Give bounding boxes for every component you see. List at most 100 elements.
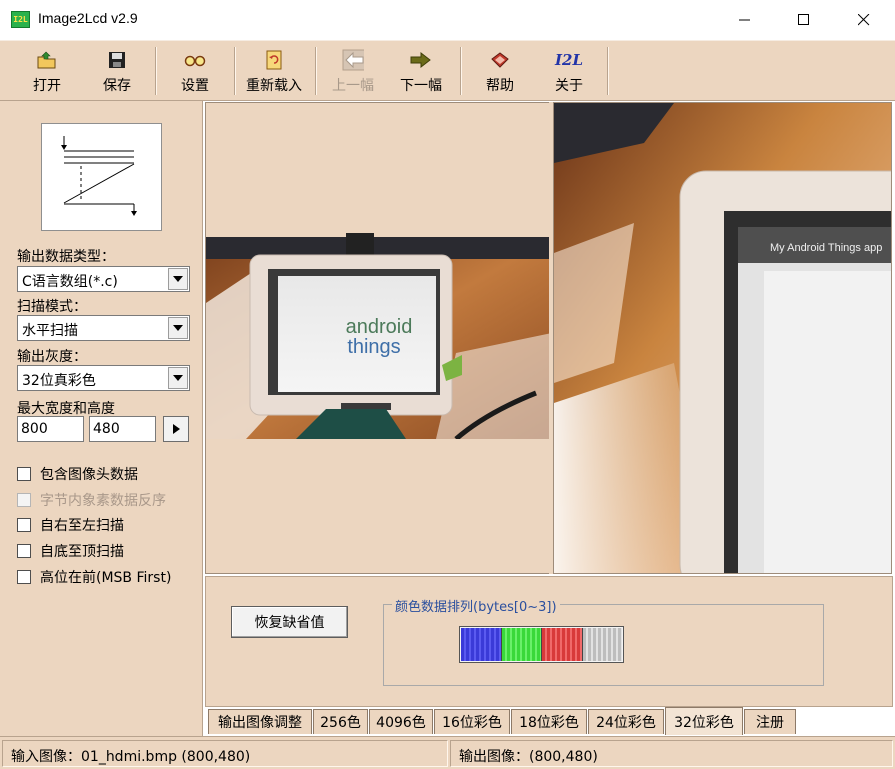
scan-mode-select[interactable]: 水平扫描 [17,315,190,341]
tab-bar: 输出图像调整 256色 4096色 16位彩色 18位彩色 24位彩色 32位彩… [205,707,895,735]
floppy-disk-icon [106,49,128,71]
close-icon [858,14,870,26]
byte-2-red[interactable] [542,628,583,661]
toolbar: 打开 保存 设置 重新载入 上一幅 下一幅 帮助 [0,40,895,101]
save-label: 保存 [103,75,131,95]
chevron-down-icon[interactable] [168,367,188,389]
app-icon: I2L [11,11,30,28]
glasses-icon [184,49,206,71]
max-size-label: 最大宽度和高度 [17,398,115,418]
reload-button[interactable]: 重新载入 [241,45,307,97]
tab-register[interactable]: 注册 [744,709,796,734]
scan-mode-value: 水平扫描 [22,320,78,340]
max-width-input[interactable]: 800 [17,416,84,442]
next-arrow-icon [410,49,432,71]
toolbar-separator [460,47,462,95]
right-to-left-checkbox[interactable]: 自右至左扫描 [17,515,124,535]
include-header-checkbox[interactable]: 包含图像头数据 [17,464,138,484]
tab-32bit[interactable]: 32位彩色 [665,707,743,735]
reload-label: 重新载入 [246,75,302,95]
output-type-select[interactable]: C语言数组(*.c) [17,266,190,292]
bottom-to-top-label: 自底至顶扫描 [40,541,124,561]
gray-level-value: 32位真彩色 [22,370,96,390]
next-button[interactable]: 下一幅 [392,45,450,97]
reverse-pixel-order-label: 字节内象素数据反序 [40,490,166,510]
checkbox-box[interactable] [17,467,31,481]
adjust-panel: 恢复缺省值 颜色数据排列(bytes[0~3]) [205,576,893,707]
include-header-label: 包含图像头数据 [40,464,138,484]
gray-level-select[interactable]: 32位真彩色 [17,365,190,391]
chevron-down-icon[interactable] [168,317,188,339]
open-label: 打开 [33,75,61,95]
color-order-title: 颜色数据排列(bytes[0~3]) [392,596,560,615]
help-label: 帮助 [486,75,514,95]
settings-panel: 输出数据类型： C语言数组(*.c) 扫描模式： 水平扫描 输出灰度： 32位真… [0,101,203,736]
maximize-icon [798,14,810,26]
about-i2l-icon: I2L [558,49,580,71]
about-button[interactable]: I2L 关于 [540,45,598,97]
chevron-down-icon[interactable] [168,268,188,290]
tab-output-adjust[interactable]: 输出图像调整 [208,709,312,734]
input-image-status: 输入图像：01_hdmi.bmp (800,480) [2,740,448,767]
toolbar-separator [234,47,236,95]
output-image-preview: My Android Things app [553,102,892,574]
maximize-button[interactable] [776,0,832,40]
things-text: things [347,336,400,358]
output-image-status: 输出图像：(800,480) [450,740,893,767]
max-height-input[interactable]: 480 [89,416,156,442]
previous-button[interactable]: 上一幅 [324,45,382,97]
help-book-icon [489,49,511,71]
msb-first-checkbox[interactable]: 高位在前(MSB First) [17,567,171,587]
checkbox-box[interactable] [17,570,31,584]
checkbox-box[interactable] [17,493,31,507]
reverse-pixel-order-checkbox[interactable]: 字节内象素数据反序 [17,490,166,510]
byte-1-green[interactable] [502,628,543,661]
gray-level-label: 输出灰度： [17,346,87,366]
apply-size-button[interactable] [163,416,189,442]
open-button[interactable]: 打开 [18,45,76,97]
minimize-icon [739,14,751,26]
previous-label: 上一幅 [332,75,374,95]
right-to-left-label: 自右至左扫描 [40,515,124,535]
scan-mode-label: 扫描模式： [17,296,87,316]
toolbar-separator [607,47,609,95]
byte-0-blue[interactable] [461,628,502,661]
help-button[interactable]: 帮助 [471,45,529,97]
settings-button[interactable]: 设置 [166,45,224,97]
byte-order-strip[interactable] [459,626,624,663]
msb-first-label: 高位在前(MSB First) [40,567,171,587]
checkbox-box[interactable] [17,544,31,558]
scan-direction-diagram [41,123,162,231]
close-button[interactable] [836,0,892,40]
play-arrow-icon [172,424,180,434]
tab-18bit[interactable]: 18位彩色 [511,709,587,734]
color-order-group: 颜色数据排列(bytes[0~3]) [383,604,824,686]
save-button[interactable]: 保存 [88,45,146,97]
checkbox-box[interactable] [17,518,31,532]
byte-3-alpha[interactable] [583,628,623,661]
bottom-to-top-checkbox[interactable]: 自底至顶扫描 [17,541,124,561]
tab-256-colors[interactable]: 256色 [313,709,368,734]
input-image-preview: android things [205,102,551,574]
android-text: android [346,316,413,338]
output-image-photo: My Android Things app [554,103,892,574]
toolbar-separator [155,47,157,95]
window-title: Image2Lcd v2.9 [38,10,138,26]
status-bar: 输入图像：01_hdmi.bmp (800,480) 输出图像：(800,480… [0,736,895,769]
output-type-label: 输出数据类型： [17,246,115,266]
app-title-text: My Android Things app [770,242,882,254]
previous-arrow-icon [342,49,364,71]
minimize-button[interactable] [717,0,773,40]
reload-icon [263,49,285,71]
tab-4096-colors[interactable]: 4096色 [369,709,433,734]
tab-24bit[interactable]: 24位彩色 [588,709,664,734]
next-label: 下一幅 [400,75,442,95]
toolbar-separator [315,47,317,95]
input-image-photo: android things [206,103,551,574]
about-label: 关于 [555,75,583,95]
settings-label: 设置 [181,75,209,95]
restore-defaults-button[interactable]: 恢复缺省值 [231,606,348,638]
tab-16bit[interactable]: 16位彩色 [434,709,510,734]
output-type-value: C语言数组(*.c) [22,271,118,291]
open-folder-icon [36,49,58,71]
